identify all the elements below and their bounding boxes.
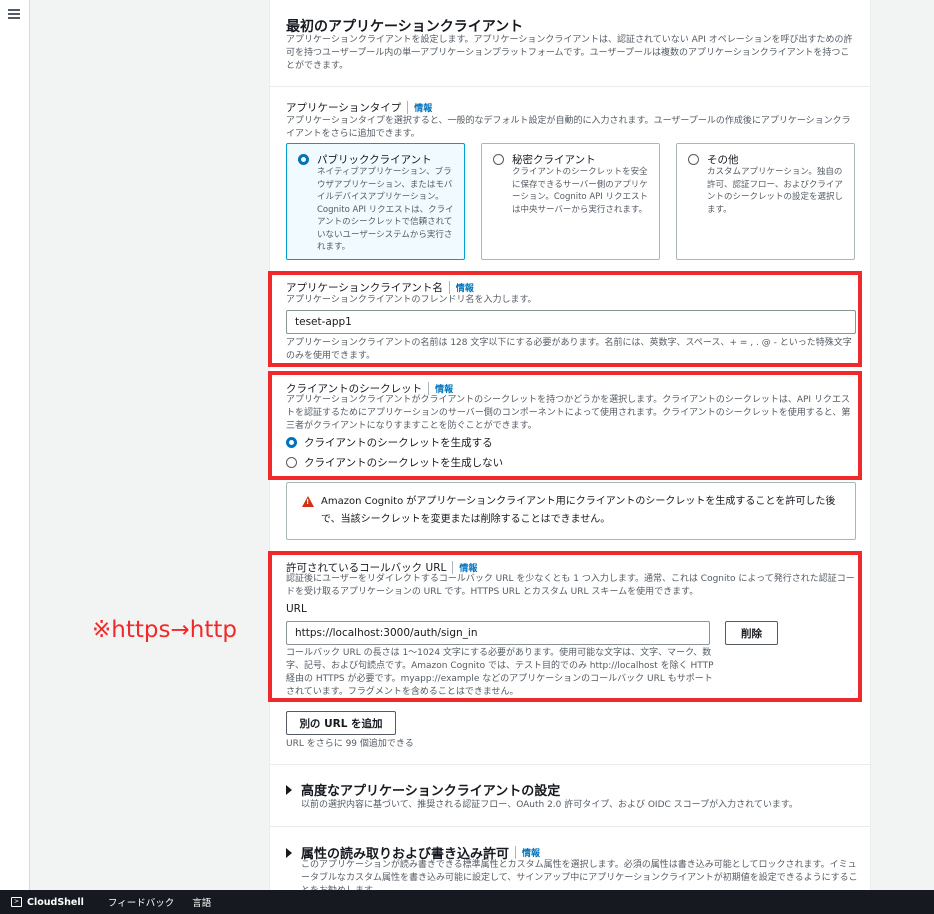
client-name-info-link[interactable]: 情報: [448, 281, 474, 294]
secret-none-radio[interactable]: [286, 457, 297, 468]
warning-icon: [302, 496, 314, 507]
cloudshell-icon: >: [11, 897, 22, 907]
confidential-client-radio[interactable]: [493, 154, 504, 165]
secret-option-generate[interactable]: クライアントのシークレットを生成する: [286, 435, 493, 450]
attributes-description: このアプリケーションが読み書きできる標準属性とカスタム属性を選択します。必須の属…: [301, 860, 858, 890]
secret-option-none[interactable]: クライアントのシークレットを生成しない: [286, 455, 503, 470]
client-name-label: アプリケーションクライアント名: [286, 282, 443, 294]
other-client-description: カスタムアプリケーション。独自の許可、認証フロー、およびクライアントのシークレッ…: [707, 167, 844, 215]
callback-description: 認証後にユーザーをリダイレクトするコールバック URL を少なくとも 1 つ入力…: [286, 574, 855, 597]
advanced-title: 高度なアプリケーションクライアントの設定: [301, 784, 561, 799]
client-name-input[interactable]: teset-app1: [286, 310, 856, 334]
app-type-tile-public[interactable]: パブリッククライアント ネイティブアプリケーション、ブラウザアプリケーション、ま…: [286, 143, 465, 260]
attributes-info-link[interactable]: 情報: [515, 846, 540, 859]
client-name-description: アプリケーションクライアントのフレンドリ名を入力します。: [286, 295, 537, 305]
advanced-divider: [270, 764, 870, 765]
secret-warning-text: Amazon Cognito がアプリケーションクライアント用にクライアントのシ…: [321, 496, 836, 525]
attributes-divider: [270, 826, 870, 827]
app-type-info-link[interactable]: 情報: [407, 101, 432, 114]
secret-none-label: クライアントのシークレットを生成しない: [304, 457, 504, 469]
app-type-description: アプリケーションタイプを選択すると、一般的なデフォルト設定が自動的に入力されます…: [286, 116, 851, 139]
app-type-label-row: アプリケーションタイプ 情報: [286, 100, 432, 115]
add-url-hint: URL をさらに 99 個追加できる: [286, 739, 414, 749]
other-client-title: その他: [707, 154, 739, 166]
app-type-tile-other[interactable]: その他 カスタムアプリケーション。独自の許可、認証フロー、およびクライアントのシ…: [676, 143, 855, 260]
section-description: アプリケーションクライアントを設定します。アプリケーションクライアントは、認証さ…: [286, 35, 853, 71]
public-client-description: ネイティブアプリケーション、ブラウザアプリケーション、またはモバイルデバイスアプ…: [317, 167, 454, 252]
public-client-radio[interactable]: [298, 154, 309, 165]
callback-url-input[interactable]: https://localhost:3000/auth/sign_in: [286, 621, 710, 645]
annotation-note: ※https→http: [92, 617, 237, 643]
side-navigation-rail: [0, 0, 30, 890]
public-client-title: パブリッククライアント: [317, 154, 432, 166]
app-client-panel: 最初のアプリケーションクライアント アプリケーションクライアントを設定します。ア…: [269, 0, 871, 890]
section-divider: [270, 86, 870, 87]
language-link[interactable]: 言語: [192, 895, 211, 909]
other-client-radio[interactable]: [688, 154, 699, 165]
secret-generate-radio[interactable]: [286, 437, 297, 448]
app-type-label: アプリケーションタイプ: [286, 102, 402, 114]
section-title: 最初のアプリケーションクライアント: [286, 19, 524, 35]
callback-constraint: コールバック URL の長さは 1～1024 文字にする必要があります。使用可能…: [286, 648, 714, 697]
advanced-description: 以前の選択内容に基づいて、推奨される認証フロー、OAuth 2.0 許可タイプ、…: [301, 800, 798, 810]
add-url-button[interactable]: 別の URL を追加: [286, 711, 396, 735]
secret-generate-label: クライアントのシークレットを生成する: [304, 437, 493, 449]
confidential-client-title: 秘密クライアント: [512, 154, 596, 166]
cloudshell-link[interactable]: CloudShell: [27, 897, 84, 908]
feedback-link[interactable]: フィードバック: [108, 895, 174, 909]
caret-right-icon: [286, 847, 292, 858]
client-secret-description: アプリケーションクライアントがクライアントのシークレットを持つかどうかを選択しま…: [286, 395, 851, 431]
caret-right-icon: [286, 784, 292, 795]
app-type-tile-confidential[interactable]: 秘密クライアント クライアントのシークレットを安全に保存できるサーバー側のアプリ…: [481, 143, 660, 260]
remove-url-button[interactable]: 削除: [725, 621, 778, 645]
callback-url-label: URL: [286, 603, 307, 615]
advanced-settings-expander[interactable]: 高度なアプリケーションクライアントの設定: [286, 780, 560, 799]
secret-warning-alert: Amazon Cognito がアプリケーションクライアント用にクライアントのシ…: [286, 482, 856, 540]
confidential-client-description: クライアントのシークレットを安全に保存できるサーバー側のアプリケーション。Cog…: [512, 167, 648, 215]
console-footer: > CloudShell フィードバック 言語: [0, 890, 934, 914]
hamburger-menu-icon[interactable]: [8, 9, 20, 19]
client-name-constraint: アプリケーションクライアントの名前は 128 文字以下にする必要があります。名前…: [286, 338, 852, 361]
client-name-label-row: アプリケーションクライアント名 情報: [286, 280, 474, 295]
